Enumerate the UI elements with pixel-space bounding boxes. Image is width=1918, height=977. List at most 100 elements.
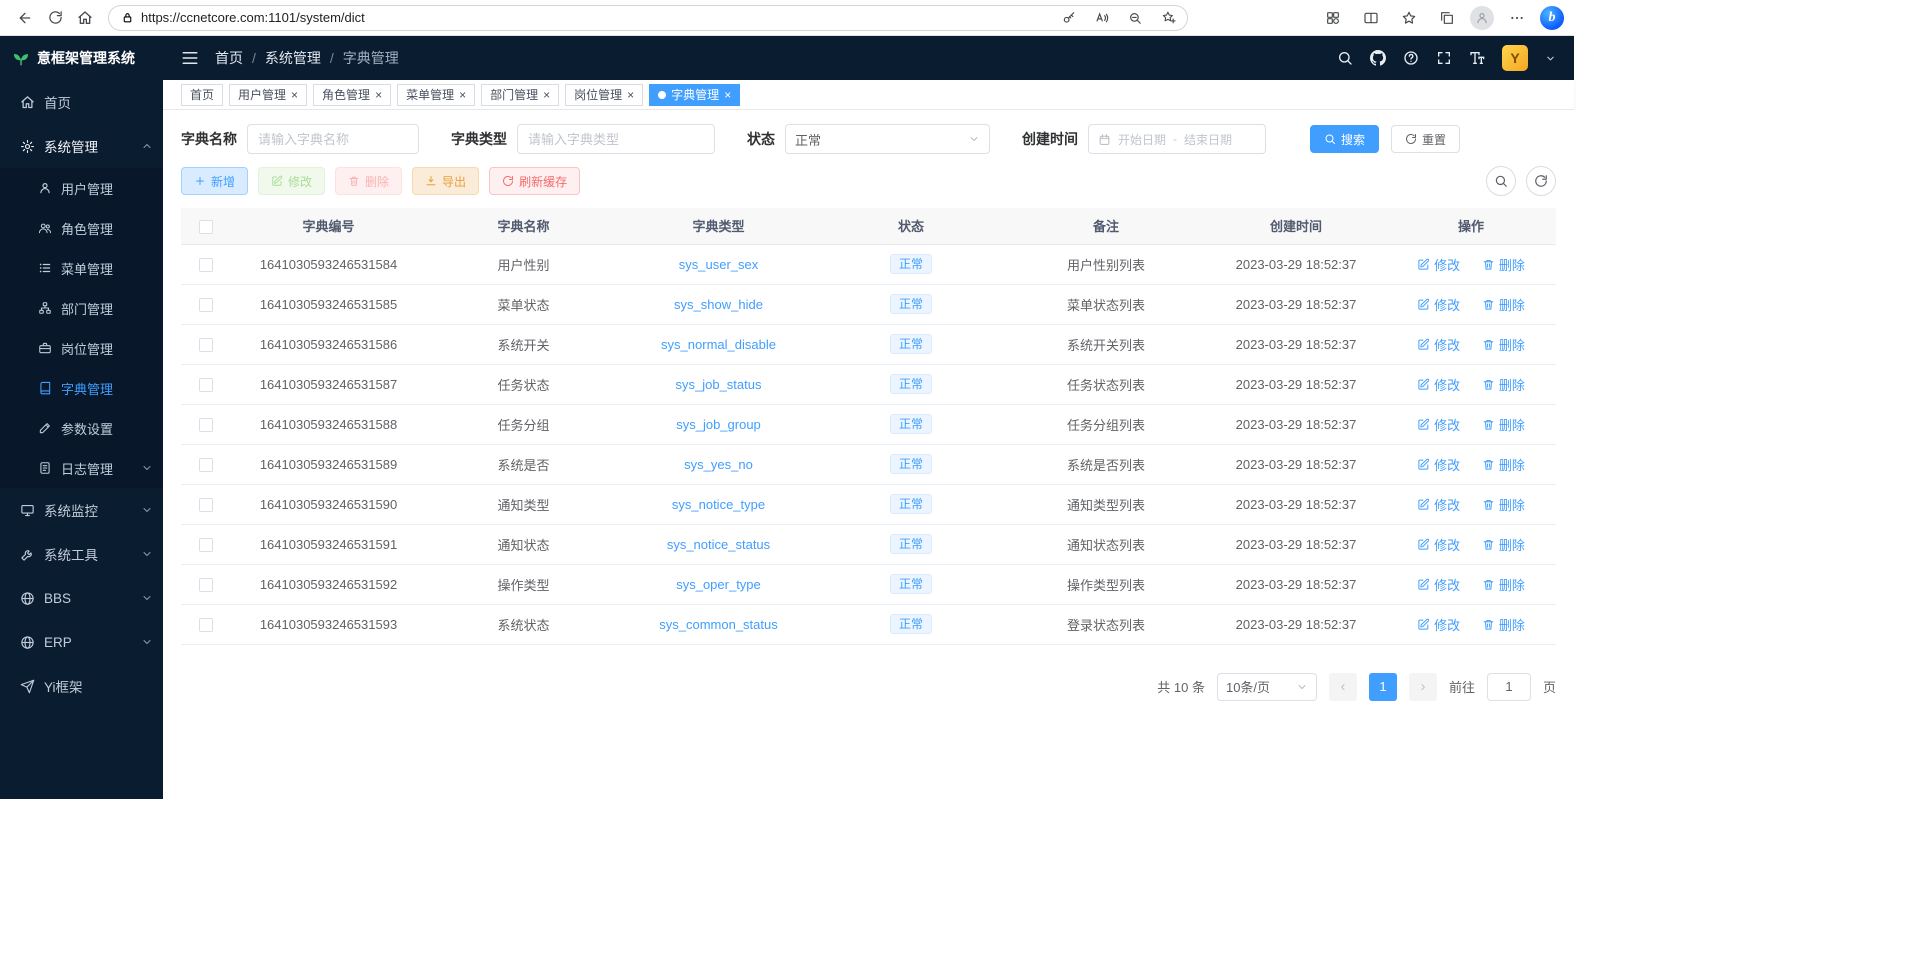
dict-type-link[interactable]: sys_job_status (676, 377, 762, 392)
reset-button[interactable]: 重置 (1391, 125, 1460, 153)
row-checkbox[interactable] (199, 578, 213, 592)
sidebar-subitem-post-management[interactable]: 岗位管理 (0, 328, 163, 368)
page-size-select[interactable]: 10条/页 (1217, 673, 1317, 701)
row-edit-link[interactable]: 修改 (1417, 255, 1460, 274)
row-checkbox[interactable] (199, 338, 213, 352)
row-edit-link[interactable]: 修改 (1417, 335, 1460, 354)
github-button[interactable] (1370, 49, 1386, 67)
tab-department-management[interactable]: 部门管理× (481, 84, 559, 106)
row-edit-link[interactable]: 修改 (1417, 495, 1460, 514)
row-checkbox[interactable] (199, 618, 213, 632)
sidebar-item-erp[interactable]: ERP (0, 620, 163, 664)
row-delete-link[interactable]: 删除 (1482, 375, 1525, 394)
row-checkbox[interactable] (199, 418, 213, 432)
tab-dict-management[interactable]: 字典管理× (649, 84, 740, 106)
close-icon[interactable]: × (627, 89, 634, 101)
user-avatar[interactable]: Y (1502, 45, 1528, 71)
sidebar-subitem-department-management[interactable]: 部门管理 (0, 288, 163, 328)
row-checkbox[interactable] (199, 258, 213, 272)
sidebar-item-system-tools[interactable]: 系统工具 (0, 532, 163, 576)
favorites-button[interactable] (1394, 4, 1424, 32)
tab-home[interactable]: 首页 (181, 84, 223, 106)
home-button[interactable] (70, 4, 100, 32)
sidebar-toggle-button[interactable] (181, 49, 199, 67)
browser-profile-avatar[interactable] (1470, 6, 1494, 30)
tab-role-management[interactable]: 角色管理× (313, 84, 391, 106)
row-delete-link[interactable]: 删除 (1482, 295, 1525, 314)
zoom-out-button[interactable] (1122, 7, 1148, 29)
refresh-table-button[interactable] (1526, 166, 1556, 196)
row-checkbox[interactable] (199, 298, 213, 312)
row-edit-link[interactable]: 修改 (1417, 575, 1460, 594)
address-bar[interactable]: https://ccnetcore.com:1101/system/dict (108, 5, 1188, 31)
row-edit-link[interactable]: 修改 (1417, 615, 1460, 634)
dict-type-input[interactable] (517, 124, 715, 154)
chevron-down-icon[interactable] (1545, 53, 1556, 64)
select-all-checkbox[interactable] (199, 220, 213, 234)
row-delete-link[interactable]: 删除 (1482, 495, 1525, 514)
sidebar-subitem-user-management[interactable]: 用户管理 (0, 168, 163, 208)
row-checkbox[interactable] (199, 538, 213, 552)
row-delete-link[interactable]: 删除 (1482, 575, 1525, 594)
row-delete-link[interactable]: 删除 (1482, 415, 1525, 434)
sidebar-item-system-management[interactable]: 系统管理 (0, 124, 163, 168)
tab-menu-management[interactable]: 菜单管理× (397, 84, 475, 106)
url-text[interactable]: https://ccnetcore.com:1101/system/dict (141, 10, 1049, 25)
dict-type-link[interactable]: sys_yes_no (684, 457, 753, 472)
copilot-button[interactable]: b (1540, 6, 1564, 30)
sidebar-item-home[interactable]: 首页 (0, 80, 163, 124)
close-icon[interactable]: × (291, 89, 298, 101)
refresh-cache-button[interactable]: 刷新缓存 (489, 167, 580, 195)
delete-button[interactable]: 删除 (335, 167, 402, 195)
sidebar-item-yi-framework[interactable]: Yi框架 (0, 664, 163, 708)
back-button[interactable] (10, 4, 40, 32)
sidebar-item-bbs[interactable]: BBS (0, 576, 163, 620)
row-checkbox[interactable] (199, 378, 213, 392)
row-edit-link[interactable]: 修改 (1417, 535, 1460, 554)
read-aloud-button[interactable] (1089, 7, 1115, 29)
refresh-button[interactable] (40, 4, 70, 32)
browser-menu-button[interactable] (1502, 4, 1532, 32)
row-delete-link[interactable]: 删除 (1482, 335, 1525, 354)
add-favorite-button[interactable] (1155, 7, 1181, 29)
breadcrumb-home[interactable]: 首页 (215, 48, 243, 68)
dict-type-link[interactable]: sys_notice_type (672, 497, 765, 512)
tab-user-management[interactable]: 用户管理× (229, 84, 307, 106)
sidebar-subitem-dict-management[interactable]: 字典管理 (0, 368, 163, 408)
dict-type-link[interactable]: sys_normal_disable (661, 337, 776, 352)
row-edit-link[interactable]: 修改 (1417, 455, 1460, 474)
next-page-button[interactable]: › (1409, 673, 1437, 701)
breadcrumb-system-management[interactable]: 系统管理 (265, 48, 321, 68)
sidebar-subitem-role-management[interactable]: 角色管理 (0, 208, 163, 248)
row-delete-link[interactable]: 删除 (1482, 615, 1525, 634)
dict-type-link[interactable]: sys_user_sex (679, 257, 758, 272)
close-icon[interactable]: × (375, 89, 382, 101)
row-delete-link[interactable]: 删除 (1482, 255, 1525, 274)
font-size-button[interactable] (1469, 49, 1485, 67)
close-icon[interactable]: × (459, 89, 466, 101)
search-button[interactable]: 搜索 (1310, 125, 1379, 153)
toggle-search-button[interactable] (1486, 166, 1516, 196)
prev-page-button[interactable]: ‹ (1329, 673, 1357, 701)
dict-type-link[interactable]: sys_job_group (676, 417, 761, 432)
status-select[interactable]: 正常 (785, 124, 990, 154)
edit-button[interactable]: 修改 (258, 167, 325, 195)
dict-type-link[interactable]: sys_show_hide (674, 297, 763, 312)
row-checkbox[interactable] (199, 498, 213, 512)
row-checkbox[interactable] (199, 458, 213, 472)
sidebar-subitem-parameter-settings[interactable]: 参数设置 (0, 408, 163, 448)
row-edit-link[interactable]: 修改 (1417, 295, 1460, 314)
row-delete-link[interactable]: 删除 (1482, 455, 1525, 474)
help-button[interactable] (1403, 49, 1419, 67)
sidebar-item-system-monitor[interactable]: 系统监控 (0, 488, 163, 532)
dict-type-link[interactable]: sys_common_status (659, 617, 778, 632)
sidebar-subitem-log-management[interactable]: 日志管理 (0, 448, 163, 488)
dict-type-link[interactable]: sys_notice_status (667, 537, 770, 552)
extensions-button[interactable] (1318, 4, 1348, 32)
dict-name-input[interactable] (247, 124, 419, 154)
sidebar-subitem-menu-management[interactable]: 菜单管理 (0, 248, 163, 288)
close-icon[interactable]: × (543, 89, 550, 101)
split-screen-button[interactable] (1356, 4, 1386, 32)
tab-post-management[interactable]: 岗位管理× (565, 84, 643, 106)
header-search-button[interactable] (1337, 49, 1353, 67)
